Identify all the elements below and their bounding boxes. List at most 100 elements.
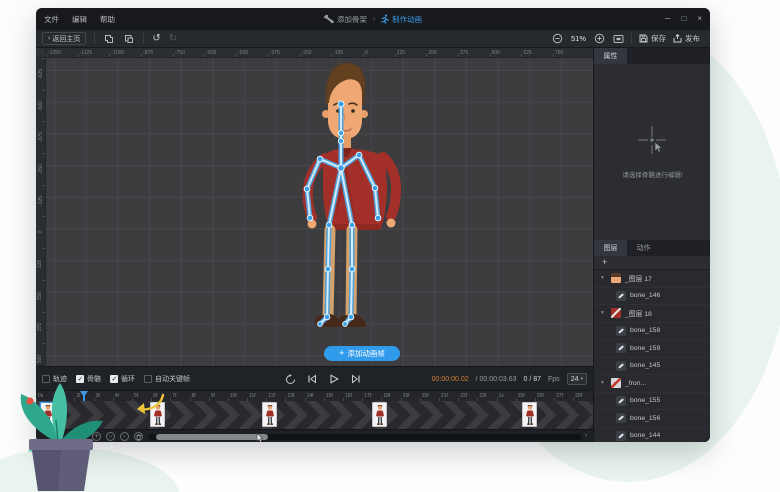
ruler-tick-label: -625 — [204, 48, 236, 57]
chevron-down-icon[interactable] — [601, 380, 607, 386]
paste-frame-icon[interactable] — [123, 33, 135, 45]
zoom-out-icon[interactable] — [552, 33, 564, 45]
titlebar: 文件编辑帮助 添加骨架 › 制作动画 ─ □ × — [36, 8, 710, 30]
layers-tab[interactable]: 动作 — [627, 240, 660, 256]
window-controls: ─ □ × — [665, 8, 702, 30]
tab-properties[interactable]: 属性 — [594, 48, 627, 64]
frame-tick-label: 17f — [362, 391, 381, 401]
frame-tick-label: 8f — [190, 391, 209, 401]
layer-thumbnail — [611, 273, 621, 283]
divider — [94, 33, 95, 44]
previous-frame-icon[interactable] — [306, 373, 318, 385]
close-icon[interactable]: × — [697, 15, 702, 23]
timeline-scrollbar[interactable] — [148, 434, 582, 440]
ruler-tick-label: -375 — [268, 48, 300, 57]
layer-tree-row[interactable]: bone_156 — [594, 410, 710, 428]
publish-icon — [673, 34, 682, 43]
ruler-corner — [36, 48, 46, 58]
bone-icon — [324, 15, 334, 23]
frame-tick-label: 19f — [401, 391, 420, 401]
play-icon[interactable] — [328, 373, 340, 385]
layer-label: _fron... — [625, 380, 646, 387]
layer-tree-row[interactable]: _图层 18 — [594, 305, 710, 323]
character-artwork — [46, 58, 593, 366]
empty-selection-hint: 请选择骨骼进行编辑! — [594, 169, 710, 179]
copy-frame-icon[interactable] — [103, 33, 115, 45]
layer-tree-row[interactable]: bone_144 — [594, 428, 710, 443]
fit-screen-icon[interactable] — [612, 33, 624, 45]
publish-button[interactable]: 发布 — [673, 33, 700, 44]
frame-tick-label: 1s — [497, 391, 516, 401]
minimize-icon[interactable]: ─ — [665, 15, 671, 23]
toolbar-right-group: 51% 保存 发布 — [552, 33, 710, 45]
layer-thumbnail — [611, 378, 621, 388]
chevron-left-icon: ‹ — [48, 35, 50, 42]
ruler-tick-label: 125 — [36, 248, 45, 280]
bone-icon — [616, 361, 626, 371]
ruler-tick-label: 500 — [490, 48, 522, 57]
step-add-skeleton[interactable]: 添加骨架 — [324, 14, 367, 25]
ruler-tick-label: -875 — [141, 48, 173, 57]
plus-icon: + — [339, 349, 344, 358]
layer-label: bone_146 — [630, 292, 660, 299]
layer-label: _图层 18 — [625, 308, 652, 318]
maximize-icon[interactable]: □ — [681, 15, 686, 23]
scroll-right-icon[interactable]: › — [585, 433, 587, 439]
restart-icon[interactable] — [284, 373, 296, 385]
save-button[interactable]: 保存 — [639, 33, 666, 44]
zoom-level[interactable]: 51% — [571, 34, 586, 43]
frame-tick-label: 18f — [381, 391, 400, 401]
back-home-button[interactable]: ‹ 返回主页 — [42, 32, 86, 45]
chevron-down-icon[interactable] — [601, 310, 607, 316]
ruler-tick-label: 375 — [36, 312, 45, 344]
fps-dropdown[interactable]: 24 ▾ — [567, 373, 587, 385]
zoom-in-icon[interactable] — [593, 33, 605, 45]
layer-tree-row[interactable]: bone_158 — [594, 323, 710, 341]
keyframe-thumbnail[interactable] — [522, 402, 537, 427]
layer-tree: _图层 17 bone_146 _图层 18 — [594, 270, 710, 442]
keyframe-thumbnail[interactable] — [262, 402, 277, 427]
bone-icon — [616, 413, 626, 423]
frame-tick-label: 9f — [209, 391, 228, 401]
add-animation-frame-button[interactable]: + 添加动画帧 — [324, 346, 400, 361]
layer-tree-row[interactable]: bone_155 — [594, 393, 710, 411]
horizontal-ruler: -1250-1125-1000-875-750-625-500-375-250-… — [46, 48, 593, 58]
frame-tick-label: 22f — [458, 391, 477, 401]
layer-tree-row[interactable]: bone_146 — [594, 288, 710, 306]
stage-canvas[interactable]: + 添加动画帧 — [46, 58, 593, 366]
workflow-steps: 添加骨架 › 制作动画 — [36, 8, 710, 30]
layer-tree-row[interactable]: _图层 17 — [594, 270, 710, 288]
redo-icon[interactable]: ↻ — [169, 34, 177, 44]
frame-tick-label: 10f — [228, 391, 247, 401]
undo-icon[interactable]: ↺ — [152, 34, 160, 44]
layer-tree-row[interactable]: bone_145 — [594, 358, 710, 376]
toolbar: ‹ 返回主页 ↺ ↻ 51% — [36, 30, 710, 48]
layer-label: bone_158 — [630, 327, 660, 334]
chevron-down-icon[interactable] — [601, 275, 607, 281]
layers-tab[interactable]: 图层 — [594, 240, 627, 256]
step-make-animation[interactable]: 制作动画 — [381, 14, 422, 25]
next-frame-icon[interactable] — [350, 373, 362, 385]
ruler-tick-label: -250 — [300, 48, 332, 57]
plant-decoration — [0, 370, 190, 492]
ruler-tick-label: 0 — [36, 216, 45, 248]
add-layer-button[interactable]: + — [602, 258, 607, 267]
breadcrumb-separator: › — [373, 16, 375, 23]
current-time: 00:00:00.02 — [432, 376, 469, 383]
ruler-tick-label: -500 — [236, 48, 268, 57]
ruler-tick-label: -375 — [36, 121, 45, 153]
layer-tree-row[interactable]: bone_159 — [594, 340, 710, 358]
layer-thumbnail — [611, 308, 621, 318]
frame-tick-label: 20f — [420, 391, 439, 401]
ruler-tick-label: -1125 — [78, 48, 110, 57]
right-panel: 属性 请选择骨骼进行编辑! 图层动作 + — [593, 48, 710, 442]
frame-tick-label: 26f — [535, 391, 554, 401]
bone-icon — [616, 396, 626, 406]
frame-tick-label: 15f — [324, 391, 343, 401]
layer-label: bone_155 — [630, 397, 660, 404]
layer-tree-row[interactable]: _fron... — [594, 375, 710, 393]
keyframe-thumbnail[interactable] — [372, 402, 387, 427]
ruler-tick-label: 500 — [36, 343, 45, 366]
divider — [631, 33, 632, 44]
crosshair-cursor-icon — [635, 124, 669, 156]
